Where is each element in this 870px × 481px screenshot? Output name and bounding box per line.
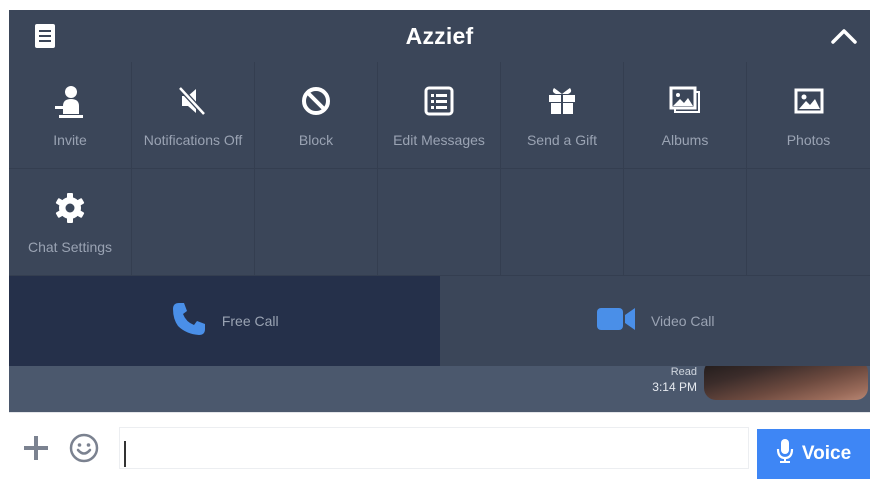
empty-cell xyxy=(747,169,870,276)
microphone-icon xyxy=(776,438,794,470)
chevron-up-icon[interactable] xyxy=(828,20,860,52)
albums-icon xyxy=(668,84,702,118)
message-timestamp: 3:14 PM xyxy=(652,380,697,394)
chat-header: Azzief xyxy=(9,10,870,62)
menu-item-label: Send a Gift xyxy=(526,132,598,148)
text-caret xyxy=(124,441,126,467)
menu-icon[interactable] xyxy=(31,22,59,50)
empty-cell xyxy=(624,169,747,276)
menu-item-albums[interactable]: Albums xyxy=(624,62,747,169)
menu-item-photos[interactable]: Photos xyxy=(747,62,870,169)
menu-item-label: Invite xyxy=(53,132,87,148)
gear-icon xyxy=(53,191,87,225)
call-bar: Free Call Video Call xyxy=(9,276,870,366)
voice-button[interactable]: Voice xyxy=(757,429,870,479)
menu-item-label: Chat Settings xyxy=(27,239,113,255)
menu-item-chat-settings[interactable]: Chat Settings xyxy=(9,169,132,276)
chat-menu-grid: Invite Notifications Off Block Edit Mess… xyxy=(9,62,870,276)
block-icon xyxy=(299,84,333,118)
menu-item-send-gift[interactable]: Send a Gift xyxy=(501,62,624,169)
menu-item-label: Block xyxy=(298,132,334,148)
message-input-bar: Voice xyxy=(9,412,870,481)
menu-item-edit-messages[interactable]: Edit Messages xyxy=(378,62,501,169)
emoji-icon[interactable] xyxy=(69,433,99,463)
chat-screen: Azzief Invite Notifications Off Block Ed… xyxy=(0,0,870,481)
free-call-label: Free Call xyxy=(221,313,279,329)
gift-icon xyxy=(545,84,579,118)
video-call-label: Video Call xyxy=(650,313,715,329)
chat-title: Azzief xyxy=(405,22,474,49)
menu-item-label: Albums xyxy=(661,132,709,148)
menu-item-invite[interactable]: Invite xyxy=(9,62,132,169)
free-call-button[interactable]: Free Call xyxy=(9,276,440,366)
video-call-button[interactable]: Video Call xyxy=(439,276,870,366)
menu-item-label: Notifications Off xyxy=(143,132,243,148)
chat-history: Read 3:14 PM xyxy=(9,366,870,412)
menu-item-block[interactable]: Block xyxy=(255,62,378,169)
photo-message[interactable] xyxy=(704,366,868,400)
empty-cell xyxy=(378,169,501,276)
invite-user-icon xyxy=(53,84,87,118)
plus-icon[interactable] xyxy=(23,435,49,461)
list-edit-icon xyxy=(422,84,456,118)
menu-item-label: Photos xyxy=(786,132,831,148)
photo-icon xyxy=(792,84,826,118)
menu-item-label: Edit Messages xyxy=(393,132,485,148)
empty-cell xyxy=(132,169,255,276)
read-receipt: Read xyxy=(670,366,697,378)
phone-icon xyxy=(170,300,208,343)
empty-cell xyxy=(255,169,378,276)
empty-cell xyxy=(501,169,624,276)
voice-label: Voice xyxy=(801,443,852,464)
speaker-mute-icon xyxy=(176,84,210,118)
menu-item-notifications-off[interactable]: Notifications Off xyxy=(132,62,255,169)
message-input[interactable] xyxy=(119,427,749,469)
video-camera-icon xyxy=(595,304,637,339)
